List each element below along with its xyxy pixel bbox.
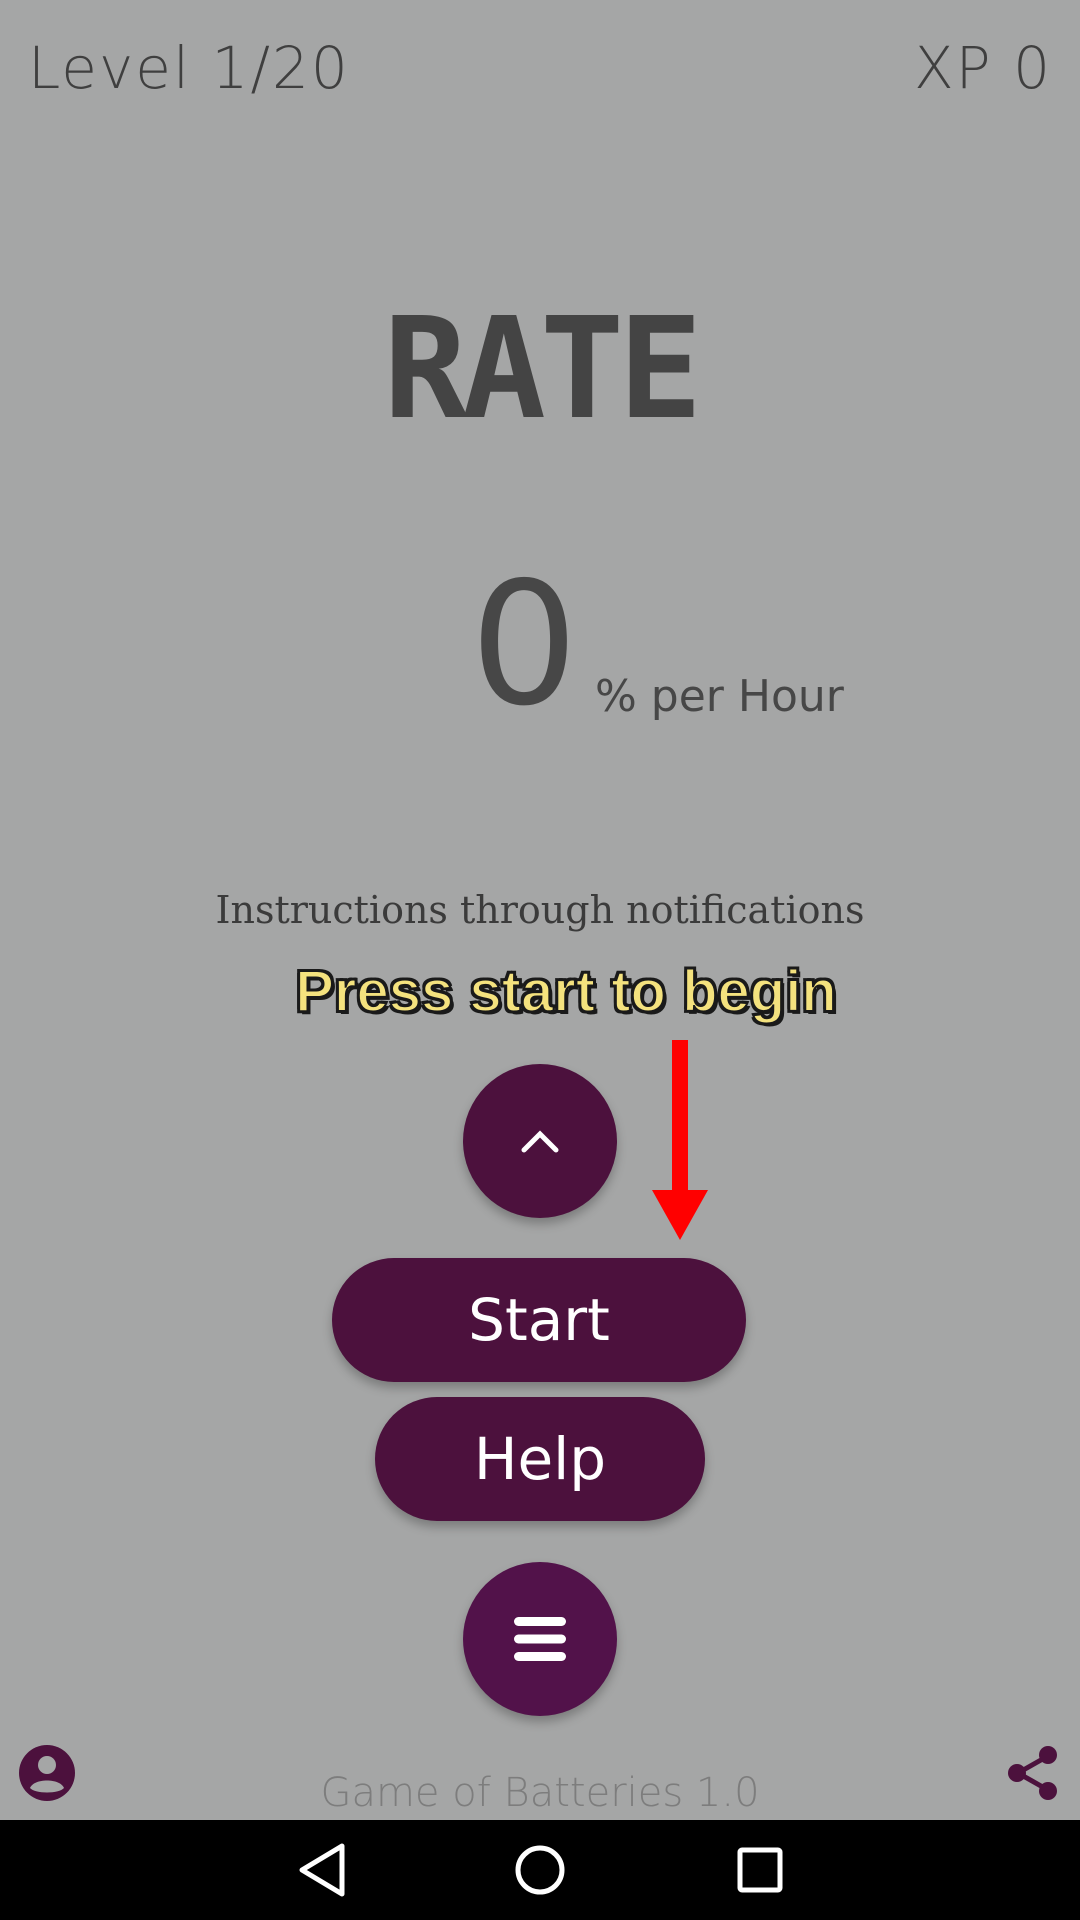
- xp-indicator: XP 0: [913, 34, 1052, 102]
- page-title: RATE: [383, 288, 702, 451]
- back-triangle-icon[interactable]: [292, 1838, 356, 1902]
- system-navigation-bar: [0, 1820, 1080, 1920]
- app-version-label: Game of Batteries 1.0: [320, 1770, 760, 1816]
- home-circle-icon[interactable]: [508, 1838, 572, 1902]
- start-button[interactable]: Start: [332, 1258, 746, 1382]
- recent-apps-square-icon[interactable]: [728, 1838, 792, 1902]
- expand-button[interactable]: [463, 1064, 617, 1218]
- press-start-hint: Press start to begin: [294, 958, 837, 1025]
- instructions-text: Instructions through notifications: [215, 888, 865, 932]
- chevron-up-icon: [521, 1130, 559, 1153]
- rate-unit: % per Hour: [595, 671, 844, 722]
- share-icon[interactable]: [1004, 1744, 1062, 1802]
- rate-value: 0: [470, 546, 579, 744]
- help-button[interactable]: Help: [375, 1397, 705, 1521]
- level-indicator: Level 1/20: [28, 34, 350, 102]
- hamburger-menu-icon: [514, 1617, 566, 1661]
- down-arrow-icon: [652, 1040, 708, 1240]
- menu-button[interactable]: [463, 1562, 617, 1716]
